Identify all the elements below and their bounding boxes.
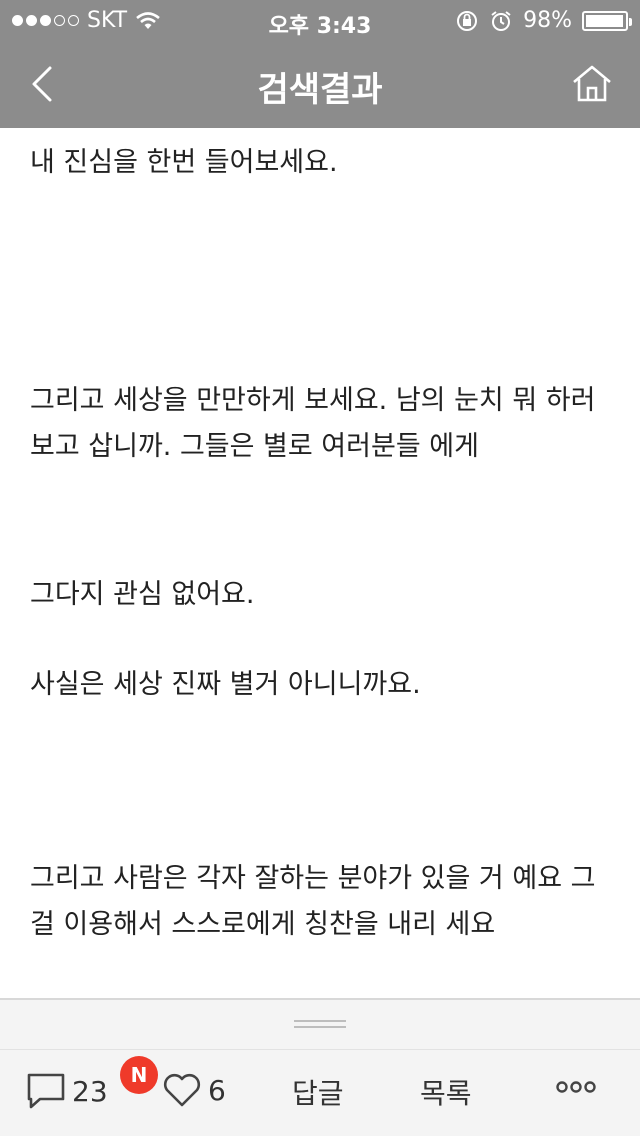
article-paragraph: 그리고 사람은 각자 잘하는 분야가 있을 거 예요 그걸 이용해서 스스로에게… [30, 863, 596, 940]
battery-fill [586, 14, 624, 27]
bottom-toolbar: 23 N 6 답글 목록 [0, 1050, 640, 1136]
more-icon [556, 1081, 596, 1093]
comment-count: 23 [72, 1074, 108, 1108]
like-count: 6 [208, 1073, 226, 1107]
reply-button[interactable]: 답글 [292, 1072, 344, 1112]
nav-bar: 검색결과 [0, 40, 640, 128]
comment-icon [27, 1073, 65, 1109]
like-button[interactable]: 6 [162, 1072, 226, 1108]
article-paragraph: 그리고 세상을 만만하게 보세요. 남의 눈치 뭐 하러보고 삽니까. 그들은 … [30, 385, 596, 462]
status-right: 98% [455, 8, 632, 33]
top-bar: SKT 오후 3:43 98% 검색결과 [0, 0, 640, 128]
battery-percent: 98% [523, 8, 572, 33]
article-paragraph: 그다지 관심 없어요. [30, 579, 255, 610]
home-icon[interactable] [570, 62, 614, 106]
battery-icon [582, 10, 632, 31]
heart-icon [163, 1073, 201, 1107]
comments-button[interactable]: 23 N [26, 1056, 158, 1110]
article-paragraph: 내 진심을 한번 들어보세요. [30, 147, 338, 178]
article-paragraph: 사실은 세상 진짜 별거 아니니까요. [30, 669, 421, 700]
drag-handle-icon[interactable] [294, 1020, 346, 1028]
page-title: 검색결과 [257, 70, 383, 110]
battery-cap [629, 17, 632, 26]
alarm-icon [491, 10, 511, 31]
drawer-handle-area[interactable] [0, 998, 640, 1050]
list-button[interactable]: 목록 [420, 1072, 472, 1112]
orientation-lock-icon [457, 10, 478, 31]
status-bar: SKT 오후 3:43 98% [0, 0, 640, 40]
more-button[interactable] [556, 1080, 596, 1094]
article-body: 내 진심을 한번 들어보세요. 그리고 세상을 만만하게 보세요. 남의 눈치 … [30, 130, 610, 996]
new-badge: N [120, 1056, 158, 1094]
